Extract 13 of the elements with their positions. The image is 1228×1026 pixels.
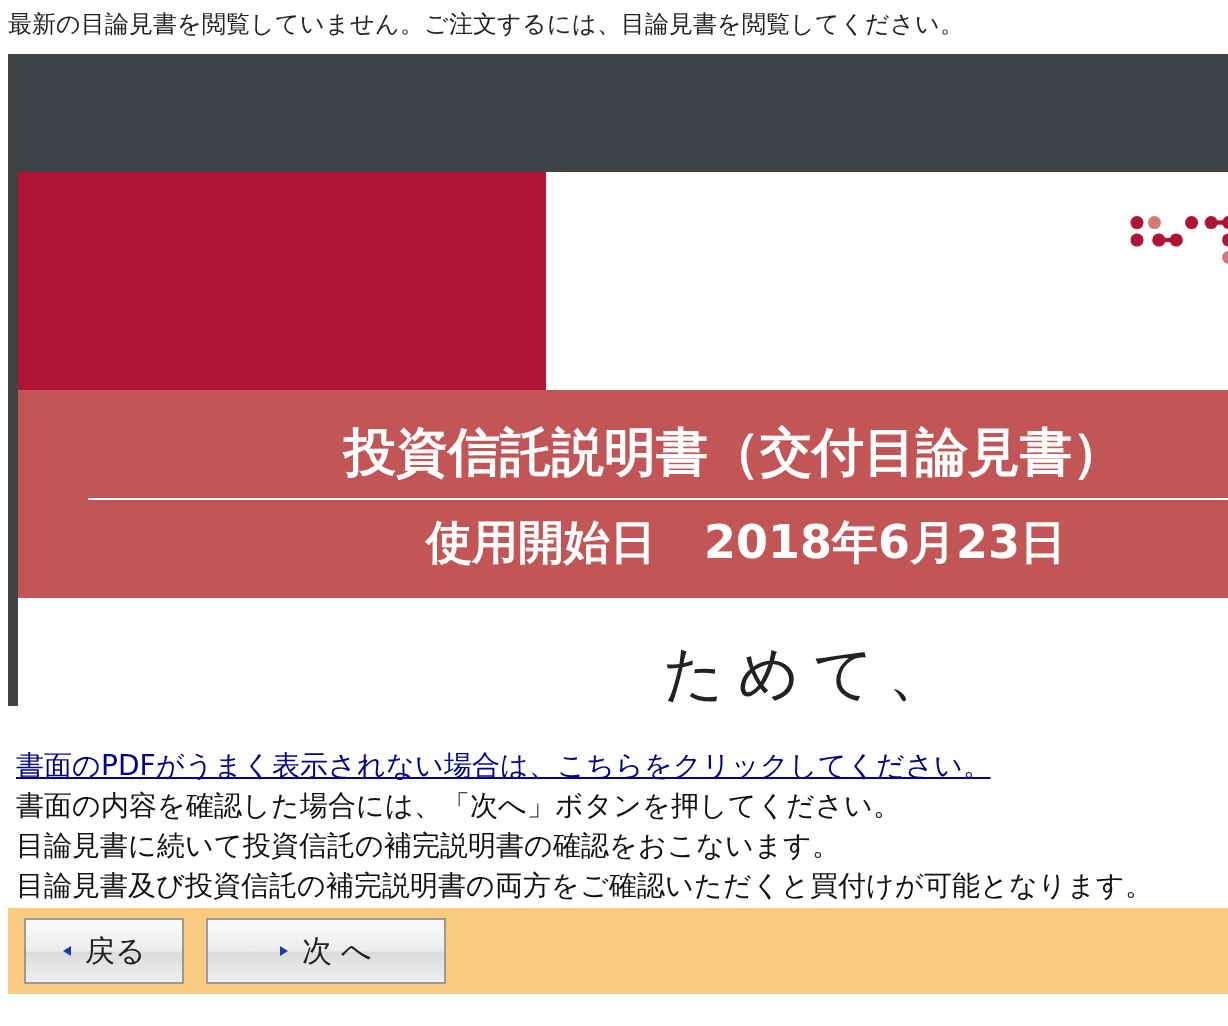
pdf-link[interactable]: 書面のPDFがうまく表示されない場合は、こちらをクリックしてください。 [16, 746, 991, 786]
right-triangle-icon [279, 946, 288, 956]
document-text: ためて、 [663, 638, 962, 706]
next-button[interactable]: 次 へ [206, 918, 446, 984]
instruction-text: 目論見書に続いて投資信託の補完説明書の確認をおこないます。 [16, 828, 840, 864]
start-date: 2018年6月23日 [704, 514, 1067, 570]
instruction-text: 書面の内容を確認した場合には、「次へ」ボタンを押してください。 [16, 788, 901, 824]
instruction-text: 目論見書及び投資信託の補完説明書の両方をご確認いただくと買付けが可能となります。 [16, 868, 1153, 904]
date-label: 使用開始日 [426, 514, 656, 570]
back-button[interactable]: 戻る [24, 918, 184, 984]
notice-text: 最新の目論見書を閲覧していません。ご注文するには、目論見書を閲覧してください。 [8, 9, 964, 40]
document-title: 投資信託説明書（交付目論見書） [344, 422, 1124, 482]
left-triangle-icon [62, 946, 71, 956]
